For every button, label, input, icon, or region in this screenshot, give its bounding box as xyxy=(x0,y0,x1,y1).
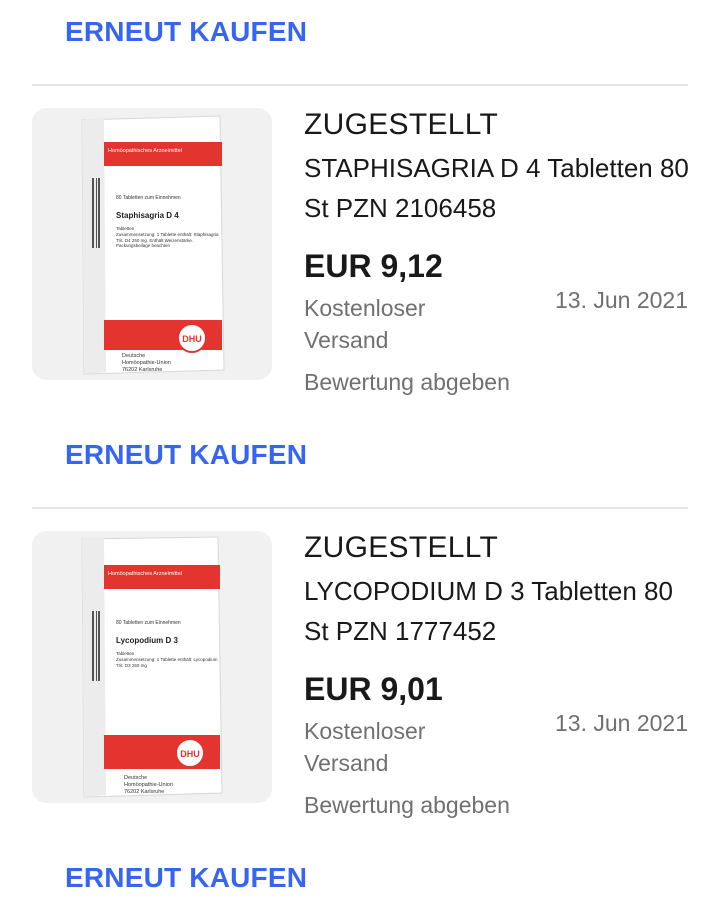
product-title-link[interactable]: LYCOPODIUM D 3 Tabletten 80 St PZN 17774… xyxy=(304,571,704,651)
box-maker-line1: Deutsche xyxy=(124,775,147,781)
box-band-text: Homöopathisches Arzneimittel xyxy=(108,571,182,577)
shipping-info: Kostenloser Versand xyxy=(304,295,426,353)
box-product-name: Lycopodium D 3 xyxy=(116,636,178,645)
buy-again-link-1[interactable]: ERNEUT KAUFEN xyxy=(65,439,307,471)
box-maker-line2: Homöopathie-Union xyxy=(124,782,173,788)
box-maker-line3: 76202 Karlsruhe xyxy=(124,789,164,795)
box-composition-text: Zusammensetzung: 1 Tablette enthält: Lyc… xyxy=(116,657,218,668)
box-form-text: Tabletten xyxy=(116,226,135,231)
box-brand-logo: DHU xyxy=(182,334,202,344)
product-title-link[interactable]: STAPHISAGRIA D 4 Tabletten 80 St PZN 210… xyxy=(304,148,704,228)
box-brand-logo: DHU xyxy=(180,749,200,759)
leave-feedback-link[interactable]: Bewertung abgeben xyxy=(304,792,510,819)
product-image-2[interactable]: Homöopathisches Arzneimittel 80 Tablette… xyxy=(32,531,272,803)
box-composition-text: Zusammensetzung: 1 Tablette enthält: Sta… xyxy=(116,232,219,248)
order-date: 13. Jun 2021 xyxy=(554,287,688,313)
leave-feedback-link[interactable]: Bewertung abgeben xyxy=(304,369,510,396)
box-count-text: 80 Tabletten zum Einnehmen xyxy=(116,195,181,201)
box-maker-line3: 76202 Karlsruhe xyxy=(122,367,162,373)
box-product-name: Staphisagria D 4 xyxy=(116,211,179,220)
order-card-2: Homöopathisches Arzneimittel 80 Tablette… xyxy=(0,507,720,818)
medicine-box-illustration-2: Homöopathisches Arzneimittel 80 Tablette… xyxy=(81,536,223,798)
box-count-text: 80 Tabletten zum Einnehmen xyxy=(116,620,181,626)
box-form-text: Tabletten xyxy=(116,651,135,656)
box-maker-line2: Homöopathie-Union xyxy=(122,360,171,366)
order-status: ZUGESTELLT xyxy=(304,108,499,141)
buy-again-link-top[interactable]: ERNEUT KAUFEN xyxy=(65,16,307,48)
product-image-1[interactable]: Homöopathisches Arzneimittel 80 Tablette… xyxy=(32,108,272,380)
order-date: 13. Jun 2021 xyxy=(554,710,688,736)
medicine-box-illustration-1: Homöopathisches Arzneimittel 80 Tablette… xyxy=(81,115,225,375)
order-card-1: Homöopathisches Arzneimittel 80 Tablette… xyxy=(0,84,720,395)
order-price: EUR 9,12 xyxy=(304,248,443,284)
buy-again-link-2[interactable]: ERNEUT KAUFEN xyxy=(65,862,307,894)
box-band-text: Homöopathisches Arzneimittel xyxy=(108,148,182,154)
order-status: ZUGESTELLT xyxy=(304,531,499,564)
shipping-info: Kostenloser Versand xyxy=(304,718,426,776)
order-price: EUR 9,01 xyxy=(304,671,443,707)
box-maker-line1: Deutsche xyxy=(122,353,145,359)
